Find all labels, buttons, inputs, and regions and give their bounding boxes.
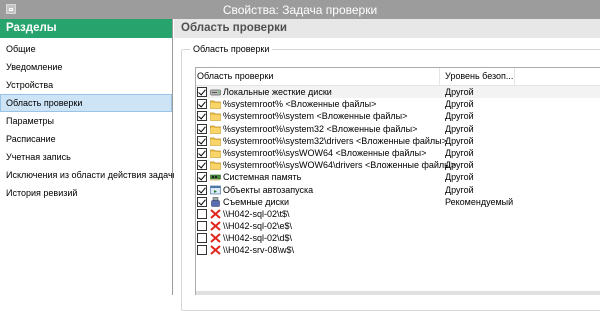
- folder-icon: [210, 111, 221, 122]
- scope-checkbox[interactable]: [197, 196, 207, 207]
- scope-name: \\H042-sql-02\d$\: [223, 233, 293, 244]
- list-item[interactable]: %systemroot% <Вложенные файлы> Другой: [196, 98, 600, 110]
- list-item[interactable]: %systemroot%\system <Вложенные файлы> Дру…: [196, 110, 600, 122]
- list-item[interactable]: \\H042-sql-02\t$\: [196, 208, 600, 220]
- scope-name: Системная память: [223, 172, 302, 183]
- scope-name: %systemroot% <Вложенные файлы>: [223, 99, 377, 110]
- sidebar-item[interactable]: Уведомление: [0, 58, 172, 76]
- list-item[interactable]: Системная память Другой: [196, 171, 600, 183]
- scope-checkbox[interactable]: [197, 245, 207, 256]
- sidebar-item[interactable]: Общие: [0, 40, 172, 58]
- column-divider[interactable]: [514, 68, 515, 85]
- security-level: Рекомендуемый: [445, 196, 514, 207]
- security-level: Другой: [445, 135, 474, 146]
- scope-name: %systemroot%\system32 <Вложенные файлы>: [223, 123, 418, 134]
- scope-checkbox[interactable]: [197, 172, 207, 183]
- scope-name: \\H042-srv-08\w$\: [223, 245, 295, 256]
- scope-name: %systemroot%\system <Вложенные файлы>: [223, 111, 408, 122]
- unavailable-share-icon: [210, 221, 221, 231]
- scope-checkbox[interactable]: [197, 135, 207, 146]
- list-item[interactable]: Локальные жесткие диски Другой: [196, 86, 600, 99]
- security-level: Другой: [445, 111, 474, 122]
- unavailable-share-icon: [210, 233, 221, 243]
- list-header: Область проверки Уровень безоп...: [196, 68, 600, 86]
- sidebar-item[interactable]: Параметры: [0, 112, 172, 130]
- scope-checkbox[interactable]: [197, 111, 207, 122]
- sidebar-item[interactable]: Область проверки: [0, 94, 172, 112]
- security-level: Другой: [445, 184, 474, 195]
- sidebar-item[interactable]: История ревизий: [0, 184, 172, 202]
- scope-name: %systemroot%\system32\drivers <Вложенные…: [223, 135, 447, 146]
- scope-checkbox[interactable]: [197, 160, 207, 171]
- list-item[interactable]: %systemroot%\sysWOW64\drivers <Вложенные…: [196, 159, 600, 171]
- memory-icon: [210, 172, 221, 182]
- scope-checkbox[interactable]: [197, 99, 207, 110]
- scope-checkbox[interactable]: [197, 147, 207, 158]
- column-divider[interactable]: [439, 68, 440, 85]
- sidebar-item[interactable]: Устройства: [0, 76, 172, 94]
- list-item[interactable]: \\H042-sql-02\e$\: [196, 220, 600, 232]
- scan-scope-list[interactable]: Область проверки Уровень безоп... Локаль…: [195, 67, 600, 295]
- window-title: Свойства: Задача проверки: [222, 3, 378, 17]
- security-level: Другой: [445, 160, 474, 171]
- list-item[interactable]: Объекты автозапуска Другой: [196, 184, 600, 196]
- list-item[interactable]: %systemroot%\system32 <Вложенные файлы> Д…: [196, 123, 600, 135]
- sidebar-item[interactable]: Исключения из области действия задачи: [0, 166, 178, 184]
- folder-icon: [210, 148, 221, 158]
- horizontal-scrollbar[interactable]: [196, 291, 600, 295]
- scope-name: %systemroot%\sysWOW64 <Вложенные файлы>: [223, 147, 427, 158]
- scope-name: \\H042-sql-02\e$\: [223, 221, 293, 232]
- security-level: Другой: [445, 172, 474, 183]
- sections-list: Общие Уведомление Устройства Область провер…: [0, 40, 178, 202]
- unavailable-share-icon: [210, 245, 221, 256]
- list-item[interactable]: %systemroot%\sysWOW64 <Вложенные файлы> Д…: [196, 147, 600, 159]
- list-item[interactable]: \\H042-sql-02\d$\: [196, 232, 600, 244]
- folder-icon: [210, 124, 221, 134]
- group-label: Область проверки: [190, 44, 273, 54]
- scope-checkbox[interactable]: [197, 208, 207, 219]
- window-titlebar: Свойства: Задача проверки: [0, 0, 600, 19]
- security-level: Другой: [445, 87, 474, 97]
- sections-sidebar: Разделы Общие Уведомление Устройства Област…: [0, 19, 178, 295]
- folder-icon: [210, 160, 221, 170]
- unavailable-share-icon: [210, 209, 221, 219]
- scope-name: %systemroot%\sysWOW64\drivers <Вложенные…: [223, 160, 456, 171]
- removable-drive-icon: [210, 196, 221, 207]
- security-level: Другой: [445, 123, 474, 134]
- disk-icon: [210, 87, 221, 97]
- scope-checkbox[interactable]: [197, 184, 207, 195]
- scope-name: \\H042-sql-02\t$\: [223, 208, 290, 219]
- sidebar-item[interactable]: Учетная запись: [0, 148, 172, 166]
- scope-checkbox[interactable]: [197, 87, 207, 97]
- column-header-scope[interactable]: Область проверки: [197, 71, 273, 81]
- scope-name: Съемные диски: [223, 196, 290, 207]
- scope-checkbox[interactable]: [197, 221, 207, 232]
- sidebar-item[interactable]: Расписание: [0, 130, 172, 148]
- page-title: Область проверки: [174, 19, 600, 38]
- scope-name: Объекты автозапуска: [223, 184, 314, 195]
- list-item[interactable]: %systemroot%\system32\drivers <Вложенные…: [196, 135, 600, 147]
- folder-icon: [210, 99, 221, 110]
- sidebar-title: Разделы: [0, 19, 172, 38]
- column-header-security-level[interactable]: Уровень безоп...: [445, 71, 513, 81]
- security-level: Другой: [445, 147, 474, 158]
- scope-checkbox[interactable]: [197, 123, 207, 134]
- folder-icon: [210, 136, 221, 146]
- security-level: Другой: [445, 99, 474, 110]
- list-item[interactable]: Съемные диски Рекомендуемый: [196, 196, 600, 208]
- list-item[interactable]: \\H042-srv-08\w$\: [196, 244, 600, 256]
- startup-icon: [210, 185, 221, 195]
- scope-checkbox[interactable]: [197, 233, 207, 244]
- scope-name: Локальные жесткие диски: [223, 87, 332, 97]
- list-rows: Локальные жесткие диски Другой %systemroot…: [196, 86, 600, 257]
